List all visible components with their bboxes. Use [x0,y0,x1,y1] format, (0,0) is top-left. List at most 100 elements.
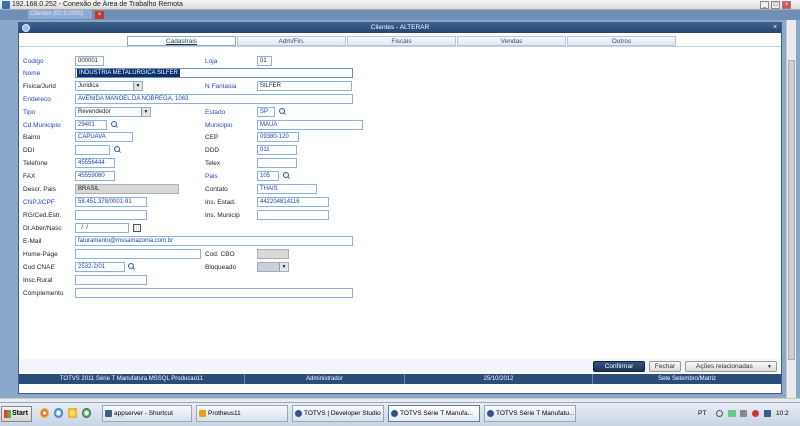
minimize-icon[interactable]: _ [760,1,769,9]
fisica-jurid-select[interactable]: Juridica ▼ [75,81,143,91]
estado-field[interactable]: SP [257,107,275,117]
chevron-down-icon[interactable]: ▼ [141,108,150,116]
fax-field[interactable]: 45559080 [75,171,115,181]
codigo-label: Codigo [23,58,44,65]
tab-adm-fin[interactable]: Adm/Fin. [237,36,346,46]
tab-outros[interactable]: Outros [567,36,676,46]
telefone-field[interactable]: 45556444 [75,158,115,168]
system-tray: PT 10:2 [690,405,798,423]
loja-field[interactable]: 01 [257,56,272,66]
email-field[interactable]: faturamento@mssamazonia.com.br [75,236,353,246]
scrollbar-thumb[interactable] [788,60,795,360]
confirmar-button[interactable]: Confirmar [593,361,645,372]
nome-label: Nome [23,70,41,77]
task-protheus-label: Protheus11 [208,410,241,417]
cd-municipio-field[interactable]: 29401 [75,120,107,130]
telex-label: Telex [205,160,221,167]
contato-field[interactable]: THAIS [257,184,317,194]
task-protheus[interactable]: Protheus11 [196,405,288,422]
status-date: 25/10/2012 [405,374,593,384]
municipio-field[interactable]: MAUA [257,120,363,130]
security-icon[interactable] [764,410,771,417]
tab-cadastrais[interactable]: Cadastrais [127,36,236,46]
fechar-button[interactable]: Fechar [649,361,681,372]
folder-icon [199,410,206,417]
complemento-field[interactable] [75,288,353,298]
dt-aber-nasc-field[interactable]: / / [75,223,129,233]
folder-icon[interactable] [68,408,77,418]
bloqueado-select[interactable]: ▼ [257,262,289,272]
task-developer-studio[interactable]: TOTVS | Developer Studio [292,405,384,422]
contato-label: Contato [205,186,228,193]
cod-cbo-field [257,249,289,259]
home-page-field[interactable] [75,249,201,259]
bairro-field[interactable]: CAPUAVA [75,132,133,142]
task-totvs-serie-t-1-label: TOTVS Série T Manufa... [400,410,473,417]
ins-municip-label: Ins. Municip [205,212,240,219]
acoes-relacionadas-label: Ações relacionadas [696,363,753,370]
status-user: Administrador [245,374,405,384]
loja-label: Loja [205,58,218,65]
cod-cnae-field[interactable]: 2532-2/01 [75,262,125,272]
calendar-icon[interactable] [133,224,141,232]
municipio-label: Municipio [205,122,233,129]
ins-municip-field[interactable] [257,210,329,220]
totvs-icon [487,410,494,417]
task-totvs-serie-t-1[interactable]: TOTVS Série T Manufa... [388,405,480,422]
cod-cnae-search-icon[interactable] [127,263,135,271]
client-window-tab[interactable]: Clientes [02.9.0005] [28,10,92,19]
rg-ced-estr-field[interactable] [75,210,147,220]
network-icon[interactable] [728,410,736,417]
media-icon[interactable] [82,408,91,418]
estado-search-icon[interactable] [278,108,286,116]
cnpj-cpf-field[interactable]: 58.451.378/0001-91 [75,197,147,207]
codigo-field[interactable]: 000001 [75,56,104,66]
status-company: Sete Setembro/Matriz [657,376,717,382]
acoes-relacionadas-button[interactable]: Ações relacionadas ▼ [685,361,777,372]
ddi-field[interactable] [75,145,110,155]
telex-field[interactable] [257,158,297,168]
dialog-close-icon[interactable]: × [771,24,779,32]
chevron-down-icon[interactable]: ▼ [133,82,142,90]
telefone-label: Telefone [23,160,48,167]
task-appserver[interactable]: appserver - Shortcut [102,405,192,422]
restore-icon[interactable]: □ [771,1,780,9]
tab-fiscais[interactable]: Fiscais [347,36,456,46]
chevron-down-icon[interactable]: ▼ [279,263,288,271]
tipo-select[interactable]: Revendedor ▼ [75,107,151,117]
pais-field[interactable]: 105 [257,171,279,181]
language-indicator[interactable]: PT [698,405,706,422]
windows-logo-icon [4,410,11,418]
cep-label: CEP [205,134,219,141]
descr-pais-label: Descr. Pais [23,186,56,193]
endereco-field[interactable]: AVENIDA MANOEL DA NOBREGA, 1063 [75,94,353,104]
status-bar: TOTVS 2011 Série T Manufatura MSSQL Prod… [19,374,781,384]
pais-search-icon[interactable] [282,172,290,180]
totvs-icon [391,410,398,417]
ddi-search-icon[interactable] [113,146,121,154]
fax-label: FAX [23,173,36,180]
vertical-scrollbar[interactable] [786,20,796,398]
tab-vendas[interactable]: Vendas [457,36,566,46]
volume-icon[interactable] [740,410,747,417]
task-totvs-serie-t-2[interactable]: TOTVS Série T Manufatu... [484,405,576,422]
windows-taskbar: Start appserver - Shortcut Protheus11 TO… [0,402,800,426]
cep-field[interactable]: 09380-120 [257,132,299,142]
chrome-icon[interactable] [40,408,49,418]
clock[interactable]: 10:2 [776,405,789,422]
ins-estad-field[interactable]: 442204814116 [257,197,329,207]
ddd-field[interactable]: 011 [257,145,297,155]
start-button[interactable]: Start [1,406,32,422]
n-fantasia-field[interactable]: SILFER [257,81,352,91]
nome-field[interactable]: INDUSTRIA METALURGICA SILFER [75,68,353,78]
descr-pais-field: BRASIL [75,184,179,194]
ddi-label: DDI [23,147,35,154]
insc-rural-field[interactable] [75,275,147,285]
help-icon[interactable] [716,410,723,417]
client-tab-close-icon[interactable]: × [95,11,104,19]
close-icon[interactable]: × [782,1,791,9]
email-label: E-Mail [23,238,42,245]
cd-municipio-search-icon[interactable] [110,121,118,129]
ie-icon[interactable] [54,408,63,418]
alert-icon[interactable] [752,410,759,417]
